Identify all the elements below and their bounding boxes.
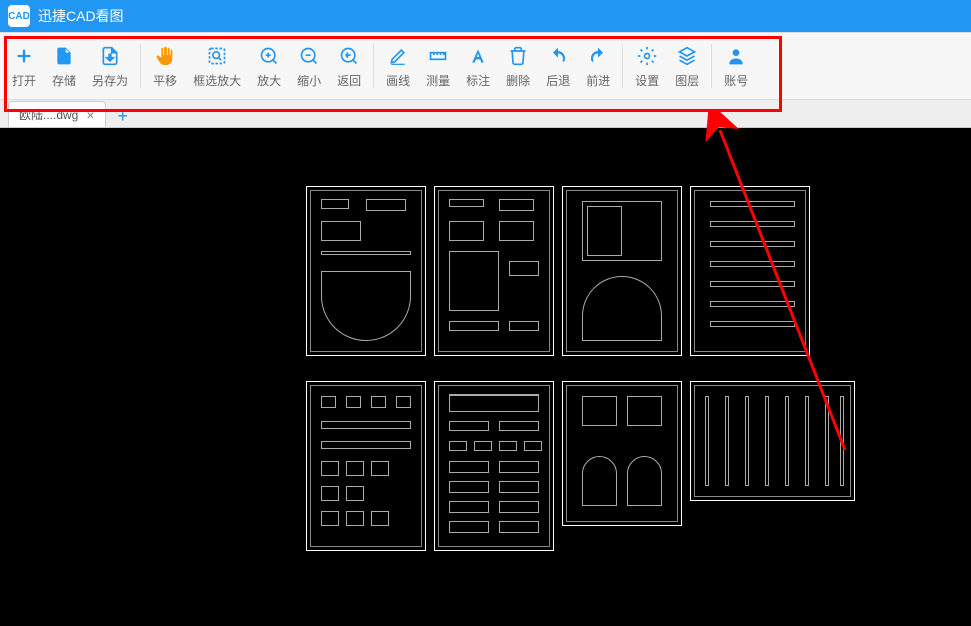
trash-icon: [506, 44, 530, 68]
account-button[interactable]: 账号: [716, 40, 756, 93]
measure-label: 测量: [426, 72, 450, 89]
delete-button[interactable]: 删除: [498, 40, 538, 93]
save-icon: [52, 44, 76, 68]
plus-icon: [12, 44, 36, 68]
layers-label: 图层: [675, 72, 699, 89]
redo-icon: [586, 44, 610, 68]
gear-icon: [635, 44, 659, 68]
back-label: 返回: [337, 72, 361, 89]
zoom-in-icon: [257, 44, 281, 68]
delete-label: 删除: [506, 72, 530, 89]
app-title: 迅捷CAD看图: [38, 6, 124, 26]
drawing-sheet: [562, 381, 682, 526]
drawing-canvas[interactable]: [0, 128, 971, 626]
file-tab-label: 欧陆....dwg: [19, 106, 78, 123]
zoom-out-icon: [297, 44, 321, 68]
draw-line-label: 画线: [386, 72, 410, 89]
add-tab-button[interactable]: +: [110, 106, 137, 127]
tabs-bar: 欧陆....dwg × +: [0, 100, 971, 128]
draw-line-button[interactable]: 画线: [378, 40, 418, 93]
redo-button[interactable]: 前进: [578, 40, 618, 93]
zoom-in-button[interactable]: 放大: [249, 40, 289, 93]
layers-icon: [675, 44, 699, 68]
toolbar: 打开 存储 另存为 平移 框选放大 放大 缩小: [0, 32, 971, 100]
layers-button[interactable]: 图层: [667, 40, 707, 93]
drawing-sheet: [562, 186, 682, 356]
open-label: 打开: [12, 72, 36, 89]
annotate-label: 标注: [466, 72, 490, 89]
zoom-out-label: 缩小: [297, 72, 321, 89]
saveas-icon: [98, 44, 122, 68]
saveas-label: 另存为: [92, 72, 128, 89]
separator: [711, 44, 712, 88]
hand-icon: [153, 44, 177, 68]
measure-button[interactable]: 测量: [418, 40, 458, 93]
separator: [622, 44, 623, 88]
undo-button[interactable]: 后退: [538, 40, 578, 93]
settings-button[interactable]: 设置: [627, 40, 667, 93]
pan-button[interactable]: 平移: [145, 40, 185, 93]
drawing-sheet: [434, 381, 554, 551]
close-icon[interactable]: ×: [86, 107, 94, 123]
back-button[interactable]: 返回: [329, 40, 369, 93]
redo-label: 前进: [586, 72, 610, 89]
drawing-sheet: [690, 186, 810, 356]
save-label: 存储: [52, 72, 76, 89]
pan-label: 平移: [153, 72, 177, 89]
zoom-window-button[interactable]: 框选放大: [185, 40, 249, 93]
drawing-sheet: [690, 381, 855, 501]
pencil-icon: [386, 44, 410, 68]
file-tab[interactable]: 欧陆....dwg ×: [8, 101, 106, 127]
ruler-icon: [426, 44, 450, 68]
settings-label: 设置: [635, 72, 659, 89]
undo-label: 后退: [546, 72, 570, 89]
zoom-out-button[interactable]: 缩小: [289, 40, 329, 93]
titlebar: CAD 迅捷CAD看图: [0, 0, 971, 32]
saveas-button[interactable]: 另存为: [84, 40, 136, 93]
undo-icon: [546, 44, 570, 68]
account-label: 账号: [724, 72, 748, 89]
annotate-button[interactable]: 标注: [458, 40, 498, 93]
drawing-sheet: [306, 186, 426, 356]
separator: [140, 44, 141, 88]
back-icon: [337, 44, 361, 68]
drawing-sheet: [306, 381, 426, 551]
text-icon: [466, 44, 490, 68]
drawing-sheet: [434, 186, 554, 356]
zoom-window-icon: [205, 44, 229, 68]
separator: [373, 44, 374, 88]
zoom-in-label: 放大: [257, 72, 281, 89]
save-button[interactable]: 存储: [44, 40, 84, 93]
open-button[interactable]: 打开: [4, 40, 44, 93]
zoom-window-label: 框选放大: [193, 72, 241, 89]
user-icon: [724, 44, 748, 68]
app-icon: CAD: [8, 5, 30, 27]
